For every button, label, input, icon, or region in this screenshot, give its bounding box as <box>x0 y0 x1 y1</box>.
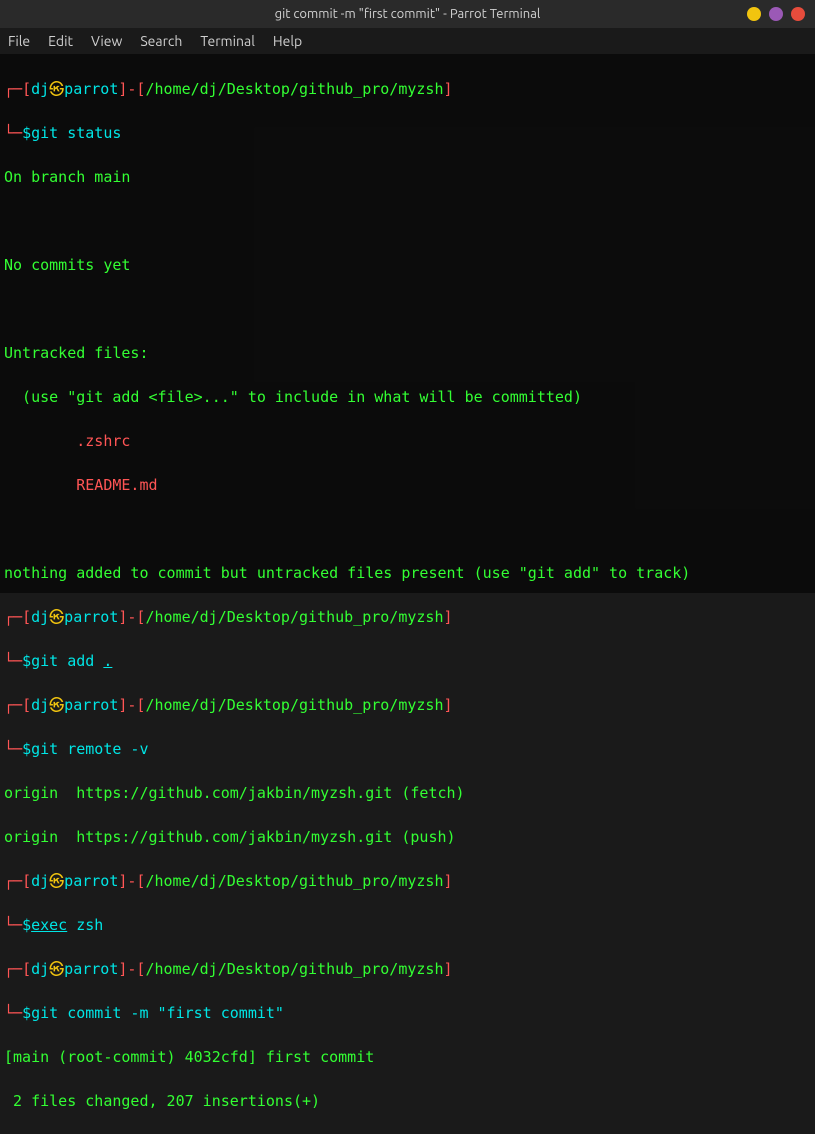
prompt-bracket: [ <box>136 872 145 890</box>
cmd-exec-zsh: zsh <box>67 916 103 934</box>
menu-help[interactable]: Help <box>273 33 302 49</box>
out-remote-push: origin https://github.com/jakbin/myzsh.g… <box>4 826 811 848</box>
prompt-symbol: ㉿ <box>49 608 64 626</box>
prompt-dollar: $ <box>22 124 31 142</box>
prompt-bracket: [ <box>136 696 145 714</box>
prompt-dash: - <box>127 872 136 890</box>
prompt-bracket: ] <box>118 872 127 890</box>
prompt-path: /home/dj/Desktop/github_pro/myzsh <box>145 696 443 714</box>
out-nothing-added: nothing added to commit but untracked fi… <box>4 562 811 584</box>
prompt-bracket: [ <box>22 960 31 978</box>
cmd-git-commit: git commit -m "first commit" <box>31 1004 284 1022</box>
prompt-bracket: ] <box>118 696 127 714</box>
minimize-button[interactable] <box>747 7 761 21</box>
prompt-dollar: $ <box>22 1004 31 1022</box>
menu-edit[interactable]: Edit <box>48 33 73 49</box>
prompt-dash: - <box>127 608 136 626</box>
prompt-corner: └─ <box>4 124 22 142</box>
prompt-user: dj <box>31 608 49 626</box>
prompt-dash: - <box>127 960 136 978</box>
prompt-corner: └─ <box>4 652 22 670</box>
close-button[interactable] <box>791 7 805 21</box>
prompt-bracket: ] <box>118 960 127 978</box>
prompt-symbol: ㉿ <box>49 872 64 890</box>
prompt-bracket: [ <box>136 960 145 978</box>
out-remote-fetch: origin https://github.com/jakbin/myzsh.g… <box>4 782 811 804</box>
prompt-user: dj <box>31 696 49 714</box>
out-untracked-hdr: Untracked files: <box>4 342 811 364</box>
prompt-symbol: ㉿ <box>49 960 64 978</box>
menu-bar: File Edit View Search Terminal Help <box>0 28 815 54</box>
prompt-bracket: [ <box>22 872 31 890</box>
out-commit-stats: 2 files changed, 207 insertions(+) <box>4 1090 811 1112</box>
prompt-corner: └─ <box>4 740 22 758</box>
cmd-exec: exec <box>31 916 67 934</box>
prompt-corner: ┌─ <box>4 80 22 98</box>
prompt-corner: ┌─ <box>4 960 22 978</box>
prompt-corner: └─ <box>4 916 22 934</box>
cmd-git-status: git status <box>31 124 121 142</box>
out-commit-result: [main (root-commit) 4032cfd] first commi… <box>4 1046 811 1068</box>
prompt-dollar: $ <box>22 652 31 670</box>
prompt-host: parrot <box>64 960 118 978</box>
prompt-path: /home/dj/Desktop/github_pro/myzsh <box>145 960 443 978</box>
prompt-bracket: ] <box>443 960 452 978</box>
prompt-bracket: [ <box>136 608 145 626</box>
prompt-host: parrot <box>64 80 118 98</box>
maximize-button[interactable] <box>769 7 783 21</box>
terminal-output[interactable]: ┌─[dj㉿parrot]-[/home/dj/Desktop/github_p… <box>0 54 815 593</box>
prompt-path: /home/dj/Desktop/github_pro/myzsh <box>145 80 443 98</box>
prompt-bracket: [ <box>22 80 31 98</box>
prompt-bracket: ] <box>443 696 452 714</box>
prompt-dash: - <box>127 696 136 714</box>
menu-file[interactable]: File <box>8 33 30 49</box>
prompt-path: /home/dj/Desktop/github_pro/myzsh <box>145 608 443 626</box>
prompt-bracket: [ <box>22 608 31 626</box>
out-no-commits: No commits yet <box>4 254 811 276</box>
cmd-git-add: git add <box>31 652 103 670</box>
prompt-bracket: ] <box>118 608 127 626</box>
prompt-corner: ┌─ <box>4 872 22 890</box>
prompt-host: parrot <box>64 872 118 890</box>
out-untracked-hint: (use "git add <file>..." to include in w… <box>4 386 811 408</box>
prompt-dollar: $ <box>22 916 31 934</box>
prompt-corner: ┌─ <box>4 696 22 714</box>
out-file-zshrc: .zshrc <box>4 430 811 452</box>
prompt-bracket: ] <box>443 80 452 98</box>
prompt-symbol: ㉿ <box>49 696 64 714</box>
prompt-symbol: ㉿ <box>49 80 64 98</box>
prompt-user: dj <box>31 80 49 98</box>
prompt-bracket: ] <box>443 608 452 626</box>
prompt-host: parrot <box>64 608 118 626</box>
prompt-dollar: $ <box>22 740 31 758</box>
prompt-corner: ┌─ <box>4 608 22 626</box>
prompt-bracket: ] <box>443 872 452 890</box>
menu-view[interactable]: View <box>91 33 122 49</box>
window-title: git commit -m "first commit" - Parrot Te… <box>275 7 541 21</box>
menu-terminal[interactable]: Terminal <box>200 33 255 49</box>
prompt-path: /home/dj/Desktop/github_pro/myzsh <box>145 872 443 890</box>
prompt-user: dj <box>31 872 49 890</box>
window-titlebar: git commit -m "first commit" - Parrot Te… <box>0 0 815 28</box>
prompt-bracket: [ <box>22 696 31 714</box>
prompt-corner: └─ <box>4 1004 22 1022</box>
window-controls <box>747 7 805 21</box>
out-branch: On branch main <box>4 166 811 188</box>
menu-search[interactable]: Search <box>140 33 182 49</box>
cmd-git-remote: git remote -v <box>31 740 148 758</box>
prompt-user: dj <box>31 960 49 978</box>
prompt-host: parrot <box>64 696 118 714</box>
out-file-readme: README.md <box>4 474 811 496</box>
cmd-git-add-dot: . <box>103 652 112 670</box>
